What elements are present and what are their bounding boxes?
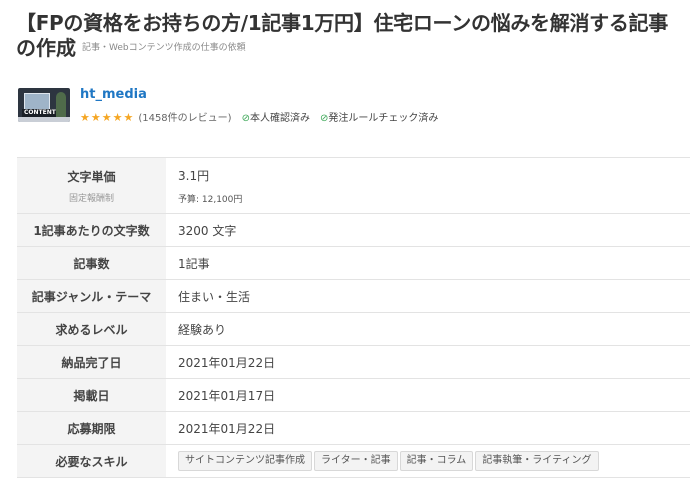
apply-deadline-value: 2021年01月22日: [178, 421, 276, 436]
skills-label: 必要なスキル: [17, 444, 166, 478]
job-category-subtitle: 記事・Webコンテンツ作成の仕事の依頼: [82, 42, 246, 53]
identity-check-icon: ⊘: [241, 113, 250, 124]
level-label: 求めるレベル: [17, 312, 166, 346]
rating-stars-icon: ★★★★★: [80, 111, 135, 124]
job-title-line2: の作成 記事・Webコンテンツ作成の仕事の依頼: [16, 36, 692, 62]
article-count-value: 1記事: [178, 256, 210, 271]
client-meta: ★★★★★ (1458件のレビュー) ⊘本人確認済み ⊘発注ルールチェック済み: [80, 109, 444, 124]
skill-tag[interactable]: サイトコンテンツ記事作成: [178, 451, 312, 471]
price-label: 文字単価: [67, 169, 116, 184]
job-title-line1: 【FPの資格をお持ちの方/1記事1万円】住宅ローンの悩みを解消する記事: [16, 11, 668, 35]
row-skills: 必要なスキル サイトコンテンツ記事作成 ライター・記事 記事・コラム 記事執筆・ライテ…: [17, 444, 690, 478]
char-count-label: 1記事あたりの文字数: [17, 213, 166, 247]
client-avatar[interactable]: CONTENT: [18, 88, 70, 122]
level-value: 経験あり: [178, 322, 227, 337]
row-article-count: 記事数 1記事: [17, 246, 690, 280]
skills-cell: サイトコンテンツ記事作成 ライター・記事 記事・コラム 記事執筆・ライティング: [166, 445, 690, 478]
posted-date-label: 掲載日: [17, 378, 166, 412]
skill-tag[interactable]: 記事執筆・ライティング: [475, 451, 599, 471]
row-genre: 記事ジャンル・テーマ 住まい・生活: [17, 279, 690, 313]
price-header: 文字単価 固定報酬制: [17, 157, 166, 214]
avatar-desk-shape: [18, 117, 70, 122]
posted-date-value: 2021年01月17日: [178, 388, 276, 403]
job-details-table: 文字単価固定報酬制 3.1円予算: 12,100円 1記事あたりの文字数 320…: [17, 157, 690, 478]
row-char-count: 1記事あたりの文字数 3200 文字: [17, 213, 690, 247]
price-cell: 3.1円予算: 12,100円: [166, 158, 690, 214]
skill-tag[interactable]: 記事・コラム: [399, 451, 474, 471]
row-level: 求めるレベル 経験あり: [17, 312, 690, 346]
avatar-content-label: CONTENT: [22, 109, 58, 117]
review-count-link[interactable]: (1458件のレビュー): [138, 113, 231, 124]
job-title-line2-text: の作成: [16, 36, 76, 60]
delivery-date-label: 納品完了日: [17, 345, 166, 379]
apply-deadline-label: 応募期限: [17, 411, 166, 445]
avatar-plant-shape: [56, 92, 66, 118]
article-count-label: 記事数: [17, 246, 166, 280]
budget-value: 予算: 12,100円: [178, 194, 243, 205]
row-price: 文字単価固定報酬制 3.1円予算: 12,100円: [17, 157, 690, 214]
price-value: 3.1円: [178, 168, 210, 183]
client-info: CONTENT ht_media ★★★★★ (1458件のレビュー) ⊘本人確認済…: [18, 86, 678, 126]
row-posted-date: 掲載日 2021年01月17日: [17, 378, 690, 412]
row-apply-deadline: 応募期限 2021年01月22日: [17, 411, 690, 445]
row-delivery-date: 納品完了日 2021年01月22日: [17, 345, 690, 379]
rules-checked-label: 発注ルールチェック済み: [328, 113, 439, 124]
genre-value: 住まい・生活: [178, 289, 251, 304]
skill-tag[interactable]: ライター・記事: [314, 451, 398, 471]
job-title: 【FPの資格をお持ちの方/1記事1万円】住宅ローンの悩みを解消する記事 の作成記…: [16, 10, 692, 62]
genre-label: 記事ジャンル・テーマ: [17, 279, 166, 313]
client-name-link[interactable]: ht_media: [80, 87, 147, 102]
char-count-value: 3200 文字: [178, 223, 237, 238]
price-type-label: 固定報酬制: [68, 193, 114, 204]
identity-verified-label: 本人確認済み: [249, 113, 310, 124]
delivery-date-value: 2021年01月22日: [178, 355, 276, 370]
